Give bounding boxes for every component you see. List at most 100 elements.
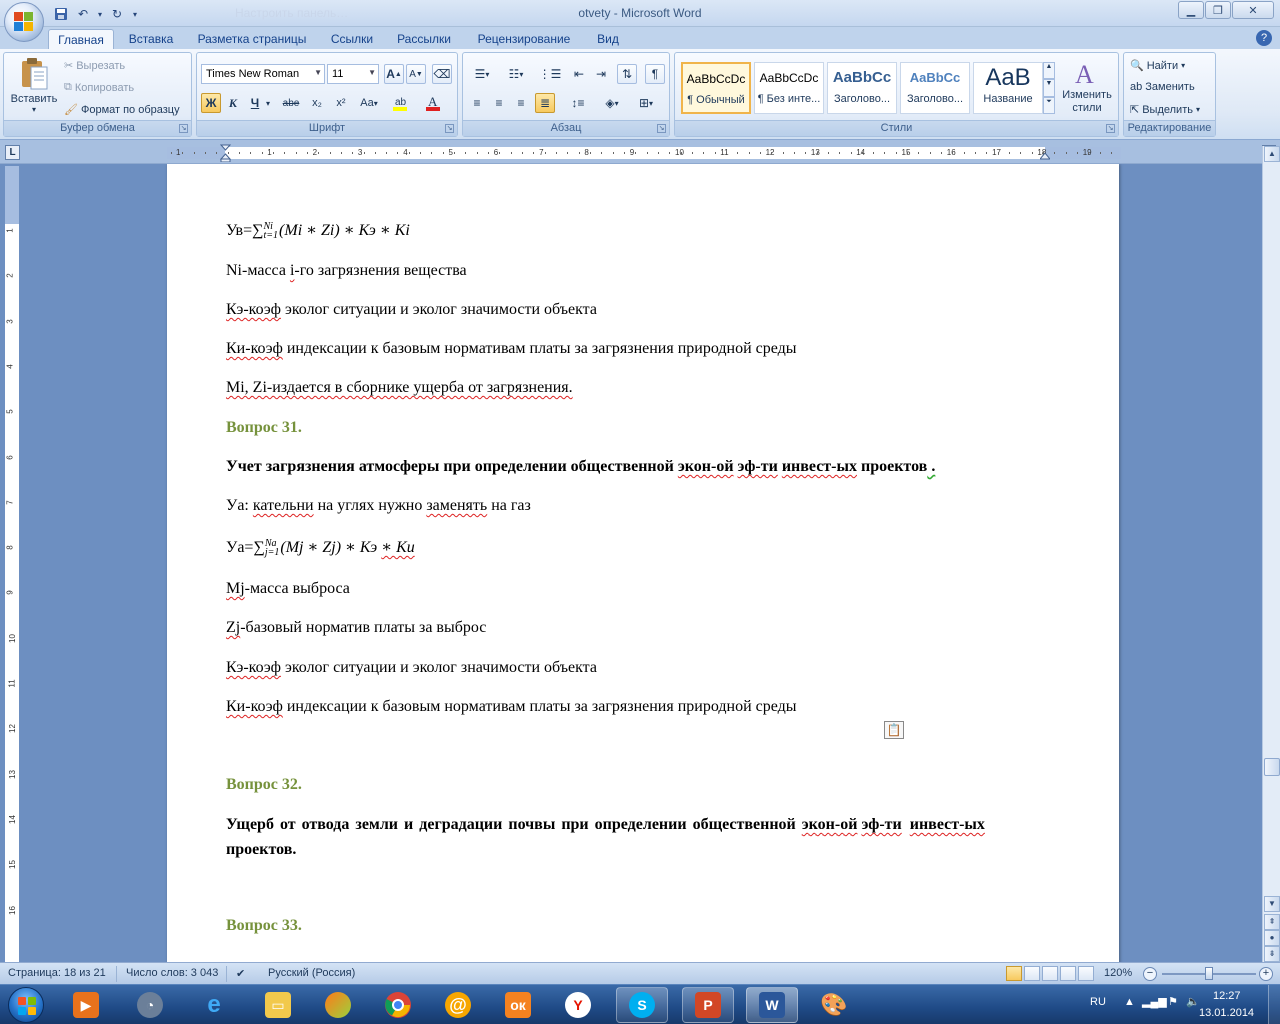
strikethrough-button[interactable]: abe [277, 93, 305, 113]
taskbar-app-5[interactable] [312, 987, 364, 1023]
italic-button[interactable]: К [223, 93, 243, 113]
replace-button[interactable]: ab Заменить [1130, 81, 1195, 93]
taskbar-app-2[interactable]: ◔ [124, 987, 176, 1023]
borders-button[interactable]: ⊞ ▾ [631, 93, 661, 113]
decrease-indent-button[interactable]: ⇤ [569, 64, 589, 84]
outline-view-icon[interactable] [1060, 966, 1076, 981]
vertical-scrollbar[interactable]: ▲ ▼ ⇞ ● ⇟ [1262, 146, 1280, 962]
network-signal-icon[interactable]: ▂▄▆ [1142, 995, 1167, 1008]
sort-button[interactable]: ⇅ [617, 64, 637, 84]
print-layout-view-icon[interactable] [1006, 966, 1022, 981]
style-title[interactable]: AaB Название [973, 62, 1043, 114]
taskbar-skype[interactable]: S [616, 987, 668, 1023]
find-button[interactable]: 🔍 Найти ▾ [1130, 59, 1185, 73]
paragraph-continuation[interactable]: проектов. [226, 841, 296, 859]
numbering-button[interactable]: ☷ ▾ [501, 64, 531, 84]
question-32-heading[interactable]: Вопрос 32. [226, 776, 302, 794]
zoom-slider-thumb[interactable] [1205, 967, 1213, 980]
taskbar-powerpoint[interactable]: P [682, 987, 734, 1023]
scroll-up-icon[interactable]: ▲ [1264, 146, 1280, 162]
full-screen-reading-icon[interactable] [1024, 966, 1040, 981]
paragraph[interactable]: Ки-коэф индексации к базовым нормативам … [226, 698, 797, 716]
font-launcher-icon[interactable]: ↘ [445, 124, 454, 133]
previous-page-icon[interactable]: ⇞ [1264, 914, 1280, 930]
tab-page-layout[interactable]: Разметка страницы [192, 29, 312, 49]
tray-expand-icon[interactable]: ▲ [1124, 996, 1135, 1008]
document-area[interactable]: Ув=∑ Ni t=1 (Mi ∗ Zi) ∗ Кэ ∗ Кi Ni-масса i-… [20, 164, 1262, 962]
style-no-spacing[interactable]: AaBbCcDc ¶ Без инте... [754, 62, 824, 114]
page-count[interactable]: Страница: 18 из 21 [8, 967, 106, 979]
taskbar-word[interactable]: W [746, 987, 798, 1023]
taskbar-paint[interactable]: 🎨 [808, 987, 860, 1023]
styles-more-icon[interactable]: ⏷ [1043, 96, 1055, 114]
scroll-thumb[interactable] [1264, 758, 1280, 776]
copy-button[interactable]: ⧉ Копировать [64, 81, 134, 94]
align-right-button[interactable]: ≡ [511, 93, 531, 113]
show-marks-button[interactable]: ¶ [645, 64, 665, 84]
paragraph[interactable]: Ni-масса i-го загрязнения вещества [226, 262, 467, 280]
increase-indent-button[interactable]: ⇥ [591, 64, 611, 84]
paragraph[interactable]: Ки-коэф индексации к базовым нормативам … [226, 340, 797, 358]
styles-down-icon[interactable]: ▼ [1043, 79, 1055, 97]
clock-date[interactable]: 13.01.2014 [1199, 1007, 1254, 1019]
bullets-button[interactable]: ☰ ▾ [467, 64, 497, 84]
minimize-button[interactable]: ▁ [1178, 1, 1204, 19]
office-button[interactable] [4, 2, 44, 42]
clipboard-launcher-icon[interactable]: ↘ [179, 124, 188, 133]
cut-button[interactable]: ✂ Вырезать [64, 59, 125, 73]
subscript-button[interactable]: x₂ [307, 93, 327, 113]
multilevel-list-button[interactable]: ⋮☰ [535, 64, 565, 84]
web-layout-view-icon[interactable] [1042, 966, 1058, 981]
first-line-indent-marker[interactable] [220, 144, 231, 162]
taskbar-explorer[interactable]: ▭ [252, 987, 304, 1023]
paste-options-icon[interactable]: 📋 [884, 721, 904, 739]
tab-mailings[interactable]: Рассылки [392, 29, 456, 49]
action-center-icon[interactable]: ⚑ [1168, 995, 1178, 1008]
font-size-select[interactable]: 11 ▼ [327, 64, 379, 84]
formula-ua[interactable]: Уа=∑ Na j=1 (Mj ∗ Zj) ∗ Кэ ∗ Ки [226, 537, 415, 558]
underline-dropdown-icon[interactable]: ▾ [263, 93, 273, 113]
paragraph[interactable]: Учет загрязнения атмосферы при определен… [226, 458, 935, 476]
tab-home[interactable]: Главная [48, 29, 114, 49]
volume-icon[interactable]: 🔈 [1186, 995, 1200, 1008]
paragraph[interactable]: Mj-масса выброса [226, 580, 350, 598]
vertical-ruler[interactable]: 1 2 3 4 5 6 7 8 9 10 11 12 13 14 15 16 [5, 166, 19, 964]
style-normal[interactable]: AaBbCcDc ¶ Обычный [681, 62, 751, 114]
paragraph-launcher-icon[interactable]: ↘ [657, 124, 666, 133]
taskbar-mail[interactable]: @ [432, 987, 484, 1023]
clear-formatting-button[interactable]: ⌫ [432, 64, 452, 84]
taskbar-odnoklassniki[interactable]: ок [492, 987, 544, 1023]
question-31-heading[interactable]: Вопрос 31. [226, 419, 302, 437]
paragraph[interactable]: Уа: кательни на углях нужно заменять на … [226, 497, 531, 515]
tab-insert[interactable]: Вставка [122, 29, 180, 49]
change-styles-button[interactable]: A Изменить стили [1059, 59, 1115, 115]
close-button[interactable]: ✕ [1232, 1, 1274, 19]
language-status[interactable]: Русский (Россия) [268, 967, 355, 979]
word-count[interactable]: Число слов: 3 043 [126, 967, 218, 979]
styles-up-icon[interactable]: ▲ [1043, 62, 1055, 80]
select-button[interactable]: ⇱ Выделить ▾ [1130, 103, 1200, 117]
shading-button[interactable]: ◈ ▾ [597, 93, 627, 113]
line-spacing-button[interactable]: ↕≡ [563, 93, 593, 113]
align-left-button[interactable]: ≡ [467, 93, 487, 113]
zoom-in-button[interactable]: + [1259, 967, 1273, 981]
style-heading-1[interactable]: AaBbCc Заголово... [827, 62, 897, 114]
highlight-button[interactable]: ab [387, 93, 415, 113]
zoom-level[interactable]: 120% [1104, 967, 1132, 979]
tab-selector[interactable]: L [5, 145, 20, 160]
paragraph[interactable]: Mi, Zi-издается в сборнике ущерба от заг… [226, 379, 573, 397]
spelling-status-icon[interactable]: ✔ [236, 967, 245, 980]
maximize-button[interactable]: ❐ [1205, 1, 1231, 19]
paragraph[interactable]: Кэ-коэф эколог ситуации и эколог значимо… [226, 301, 597, 319]
document-page[interactable]: Ув=∑ Ni t=1 (Mi ∗ Zi) ∗ Кэ ∗ Кi Ni-масса i-… [167, 164, 1119, 962]
underline-button[interactable]: Ч [245, 93, 265, 113]
input-language[interactable]: RU [1090, 996, 1106, 1008]
draft-view-icon[interactable] [1078, 966, 1094, 981]
tab-references[interactable]: Ссылки [324, 29, 380, 49]
tab-review[interactable]: Рецензирование [468, 29, 580, 49]
paste-dropdown-icon[interactable]: ▾ [32, 106, 36, 114]
font-color-button[interactable]: A [419, 93, 449, 113]
taskbar-internet-explorer[interactable]: e [188, 987, 240, 1023]
next-page-icon[interactable]: ⇟ [1264, 946, 1280, 962]
horizontal-ruler[interactable]: 112345678910111213141516171819 [167, 147, 1121, 159]
